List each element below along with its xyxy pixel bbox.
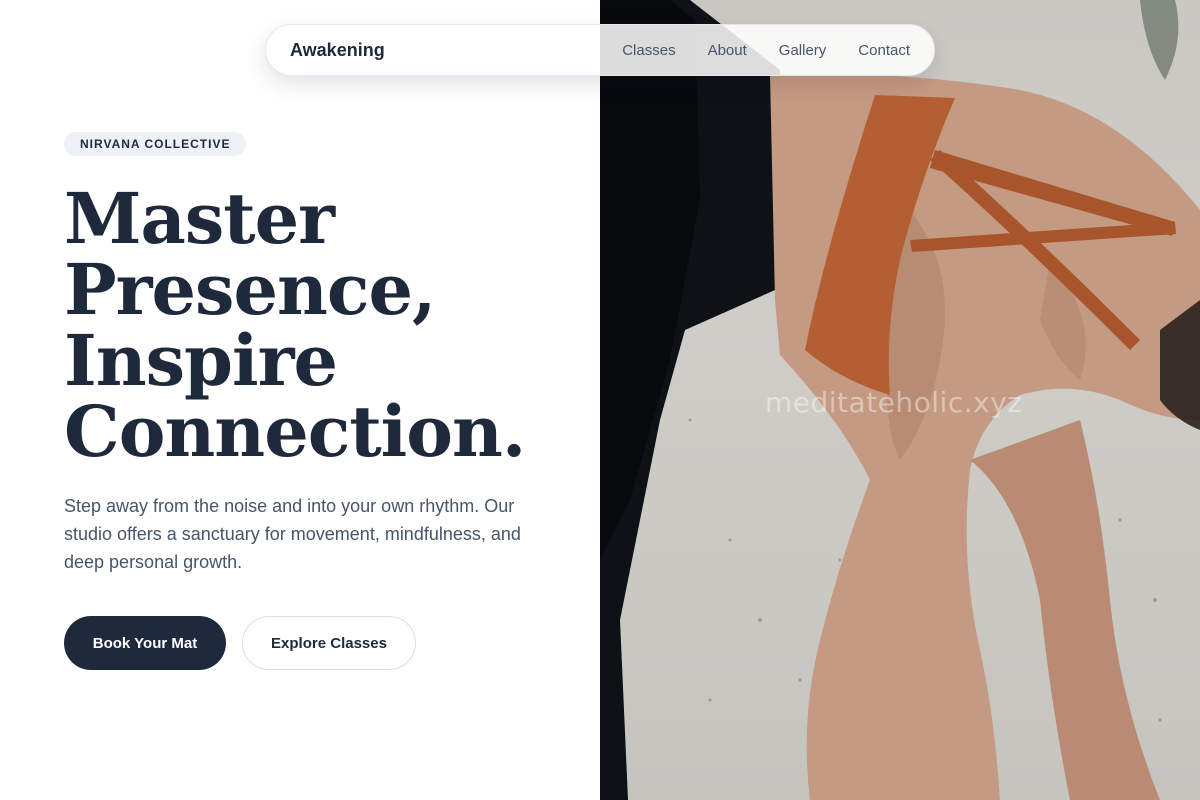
book-your-mat-button[interactable]: Book Your Mat — [64, 616, 226, 670]
nav-link-classes[interactable]: Classes — [622, 42, 675, 59]
headline-line-3: Inspire — [64, 319, 338, 402]
headline-line-1: Master — [64, 177, 335, 260]
collective-badge: NIRVANA COLLECTIVE — [64, 132, 247, 156]
explore-classes-button[interactable]: Explore Classes — [242, 616, 416, 670]
nav-link-gallery[interactable]: Gallery — [779, 42, 827, 59]
nav-link-contact[interactable]: Contact — [858, 42, 910, 59]
nav-links: Classes About Gallery Contact — [622, 42, 910, 59]
headline-line-4: Connection. — [64, 390, 526, 473]
nav-link-about[interactable]: About — [708, 42, 747, 59]
hero-headline: Master Presence, Inspire Connection. — [64, 183, 584, 467]
hero-description: Step away from the noise and into your o… — [64, 496, 521, 572]
tattoo-mark — [1140, 0, 1179, 80]
arm-skin — [970, 420, 1160, 800]
watermark-text: meditateholic.xyz — [765, 386, 1023, 419]
top-nav: Awakening Classes About Gallery Contact — [265, 24, 935, 76]
headline-line-2: Presence, — [64, 248, 436, 331]
brand-logo[interactable]: Awakening — [290, 40, 385, 61]
legging-shadow — [600, 0, 700, 560]
hero-photo: meditateholic.xyz — [600, 0, 1200, 800]
